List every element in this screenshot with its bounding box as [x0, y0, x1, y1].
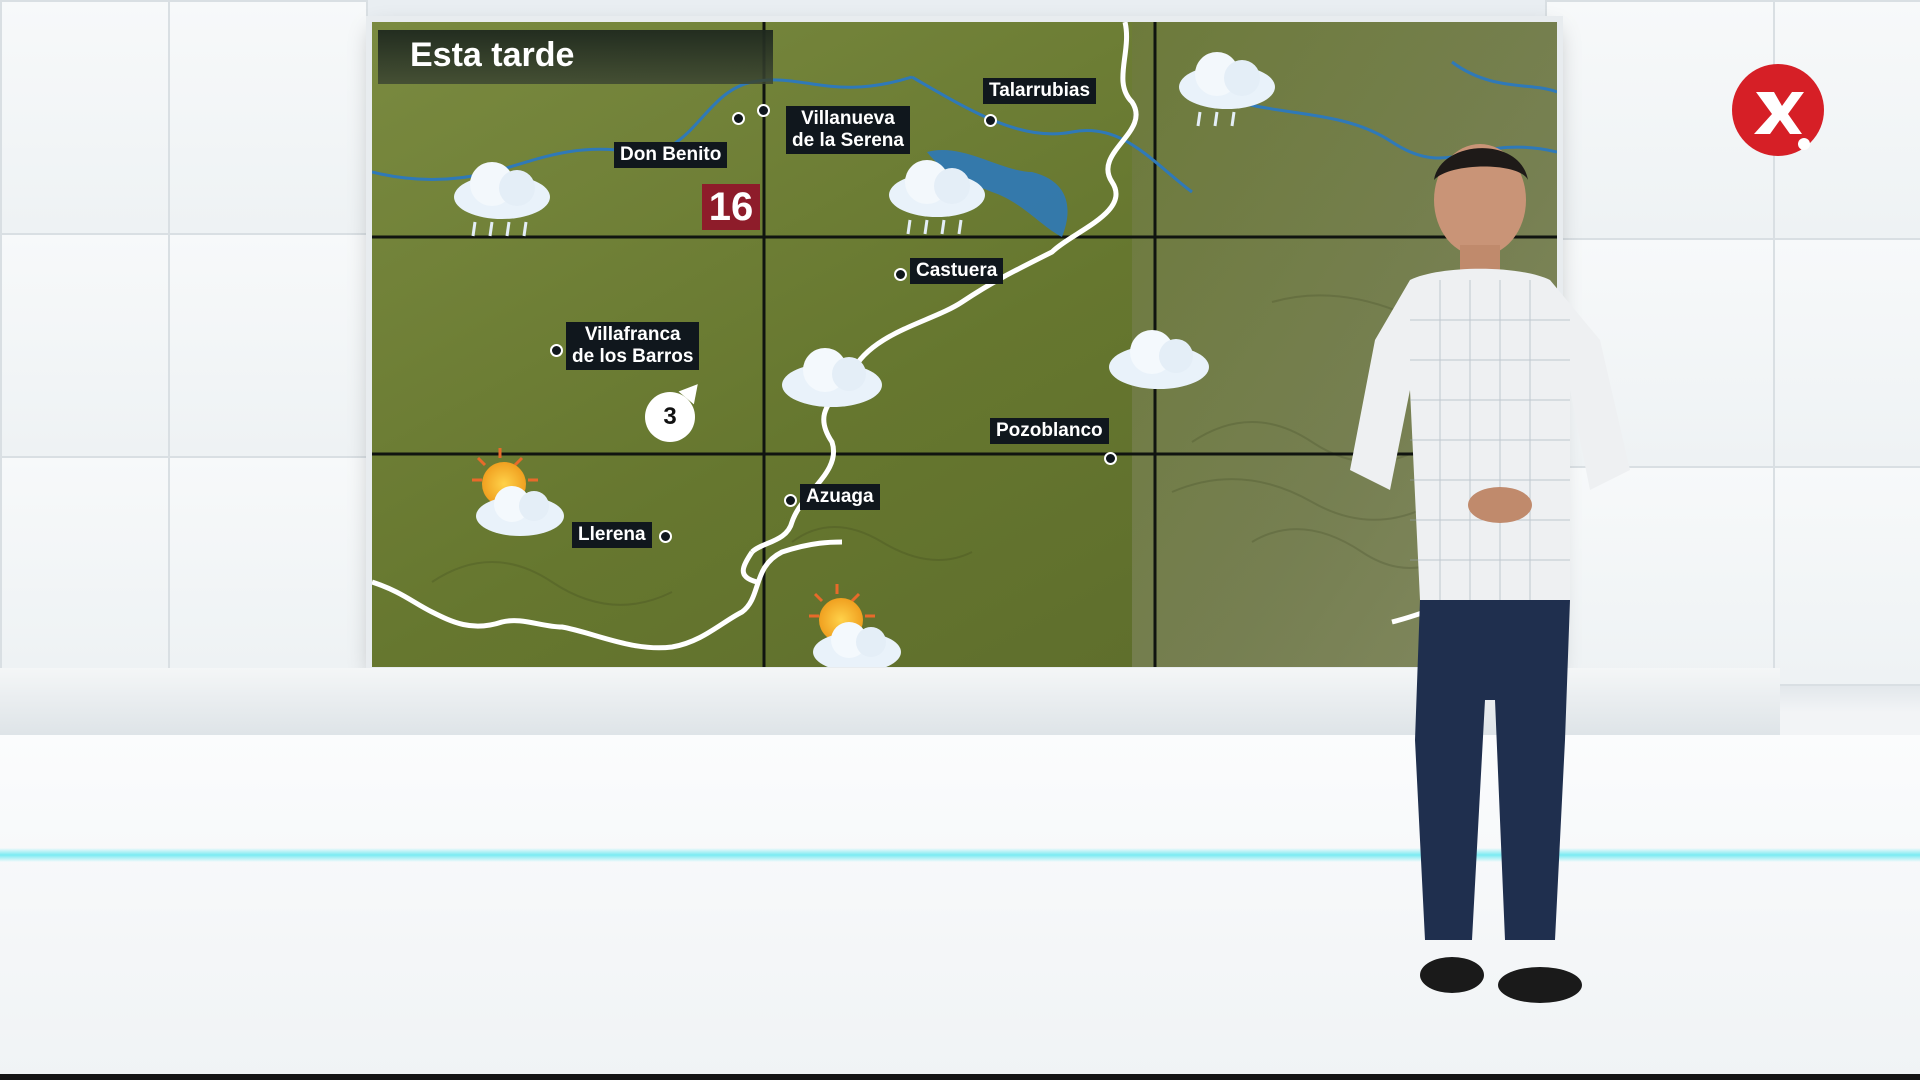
studio-wall-left: [0, 0, 395, 680]
cloud-icon: [1109, 330, 1209, 389]
weather-presenter: [1350, 144, 1630, 1003]
cloud-icon: [782, 348, 882, 407]
city-dot-villafranca: [550, 344, 563, 357]
rain-cloud-icon: [1179, 52, 1275, 127]
city-label-don-benito: Don Benito: [614, 142, 728, 168]
city-label-talarrubias: Talarrubias: [983, 78, 1097, 104]
city-label-villafranca: Villafranca de los Barros: [566, 322, 700, 370]
map-title: Esta tarde: [378, 30, 773, 84]
city-dot-llerena: [659, 530, 672, 543]
city-dot-azuaga: [784, 494, 797, 507]
frame-bottom-bar: [0, 1074, 1920, 1080]
rain-cloud-icon: [889, 160, 985, 235]
city-label-villafranca-line2: de los Barros: [572, 346, 694, 367]
partly-sunny-icon: [472, 448, 564, 536]
city-dot-talarrubias: [984, 114, 997, 127]
city-label-llerena: Llerena: [572, 522, 652, 548]
city-label-villanueva-line1: Villanueva: [801, 108, 895, 129]
city-label-azuaga: Azuaga: [800, 484, 880, 510]
city-label-villanueva: Villanueva de la Serena: [786, 106, 910, 154]
rain-cloud-icon: [454, 162, 550, 237]
city-label-villanueva-line2: de la Serena: [792, 130, 904, 151]
partly-sunny-icon: [809, 584, 901, 667]
tv-studio-scene: Esta tarde Don Benito Villanueva de la S…: [0, 0, 1920, 1080]
city-dot-pozoblanco: [1104, 452, 1117, 465]
city-dot-villanueva: [757, 104, 770, 117]
city-label-pozoblanco: Pozoblanco: [990, 418, 1109, 444]
city-label-villafranca-line1: Villafranca: [584, 324, 681, 345]
city-dot-don-benito: [732, 112, 745, 125]
channel-logo-icon: [1732, 64, 1824, 156]
city-dot-castuera: [894, 268, 907, 281]
city-label-castuera: Castuera: [910, 258, 1004, 284]
temperature-badge: 16: [702, 184, 760, 230]
